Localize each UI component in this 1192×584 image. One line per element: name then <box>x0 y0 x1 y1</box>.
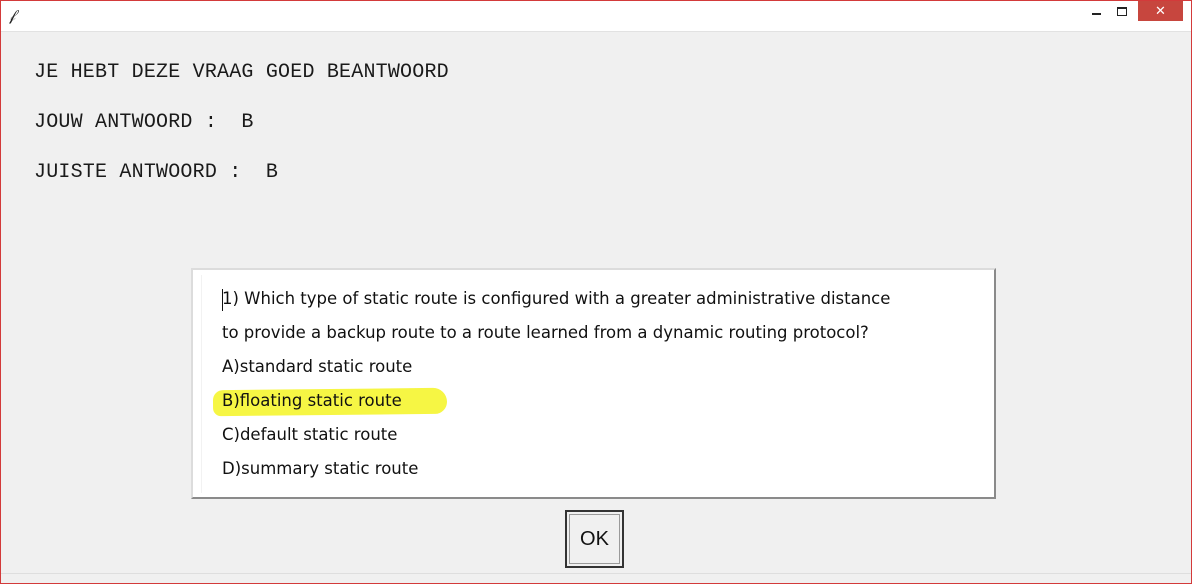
close-icon: ✕ <box>1155 3 1166 19</box>
question-line-1: 1) Which type of static route is configu… <box>222 289 891 308</box>
maximize-button[interactable] <box>1109 1 1135 21</box>
question-text-box[interactable]: 1) Which type of static route is configu… <box>191 268 996 499</box>
close-button[interactable]: ✕ <box>1138 1 1183 21</box>
bottom-divider <box>1 573 1191 574</box>
correct-answer-text: JUISTE ANTWOORD : B <box>34 161 279 184</box>
minimize-button[interactable] <box>1083 1 1109 21</box>
option-c: C)default static route <box>222 425 398 444</box>
question-line-2: to provide a backup route to a route lea… <box>222 323 869 342</box>
option-a: A)standard static route <box>222 357 413 376</box>
option-d: D)summary static route <box>222 459 419 478</box>
your-answer-text: JOUW ANTWOORD : B <box>34 111 254 134</box>
maximize-icon <box>1117 6 1127 16</box>
question-text-area[interactable]: 1) Which type of static route is configu… <box>201 275 986 493</box>
title-bar[interactable]: 𝒻 ✕ <box>1 1 1191 31</box>
result-status-text: JE HEBT DEZE VRAAG GOED BEANTWOORD <box>34 61 449 84</box>
option-b: B)floating static route <box>222 391 402 410</box>
dialog-window: 𝒻 ✕ JE HEBT DEZE VRAAG GOED BEANTWOORD J… <box>0 0 1192 584</box>
titlebar-divider <box>1 31 1191 32</box>
ok-button[interactable]: OK <box>565 510 624 568</box>
minimize-icon <box>1091 13 1101 15</box>
feather-icon: 𝒻 <box>9 6 16 24</box>
